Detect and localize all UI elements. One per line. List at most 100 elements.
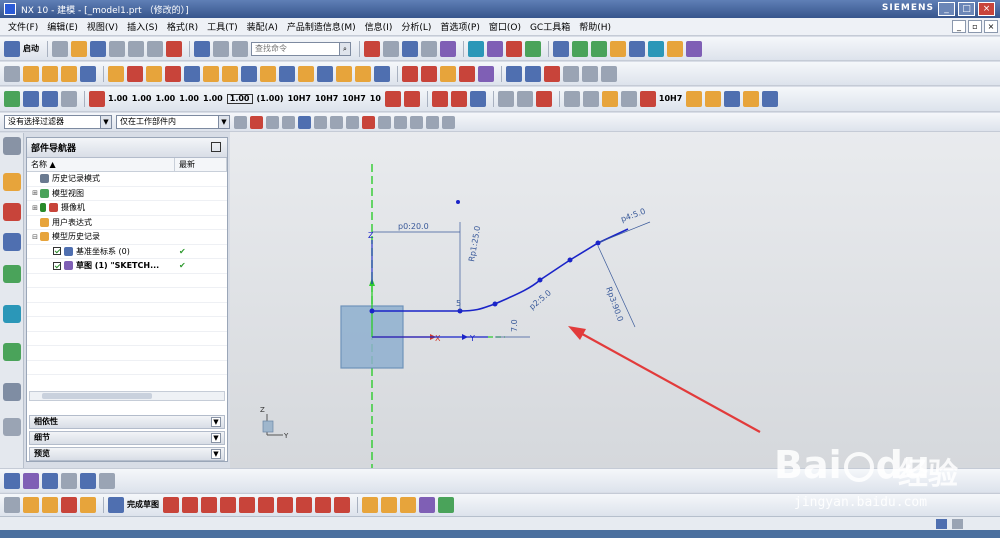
select-face-icon[interactable] <box>250 115 263 129</box>
delay-eval-icon[interactable] <box>80 497 96 513</box>
chevron-down-icon[interactable]: ▼ <box>211 433 221 443</box>
select-body-icon[interactable] <box>266 115 279 129</box>
paste-icon[interactable] <box>147 40 163 57</box>
dim-format-2[interactable]: 1.00 <box>132 95 152 103</box>
snap-control-icon[interactable] <box>346 115 359 129</box>
move-layer-icon[interactable] <box>572 40 588 57</box>
render-style-icon[interactable] <box>383 40 399 57</box>
bridge-icon[interactable] <box>582 65 598 82</box>
trim-sheet-icon[interactable] <box>601 65 617 82</box>
minimize-button[interactable]: _ <box>938 2 955 16</box>
sync-pull-icon[interactable] <box>421 65 437 82</box>
arrow-icon[interactable] <box>469 91 486 107</box>
check-icon[interactable] <box>4 91 20 107</box>
dim-format-11[interactable]: 10 <box>370 95 381 103</box>
subtract-icon[interactable] <box>165 65 181 82</box>
rectangle-icon[interactable] <box>277 497 293 513</box>
expand-icon[interactable]: ⊞ <box>31 204 39 212</box>
balloon-icon[interactable] <box>601 91 618 107</box>
snap-quadrant-icon[interactable] <box>394 115 407 129</box>
graphics-window[interactable]: X Y Z p0:20.0 Rp1:25.0 p4:5.0 Rp3:90.0 p… <box>230 132 1000 468</box>
associative-icon[interactable] <box>23 472 39 489</box>
snap-midpoint-icon[interactable] <box>330 115 343 129</box>
restore-button[interactable]: □ <box>958 2 975 16</box>
redo-icon[interactable] <box>213 40 229 57</box>
pmi-filter-icon[interactable] <box>61 91 77 107</box>
pmi-dimension-icon[interactable] <box>89 91 105 107</box>
chevron-down-icon[interactable]: ▼ <box>211 449 221 459</box>
edge-blend-icon[interactable] <box>241 65 257 82</box>
select-feature-icon[interactable] <box>298 115 311 129</box>
thicken-icon[interactable] <box>374 65 390 82</box>
reuse-library-icon[interactable] <box>3 265 21 283</box>
line-icon[interactable] <box>182 497 198 513</box>
chevron-down-icon[interactable]: ▼ <box>211 417 221 427</box>
pmi-tools-icon[interactable] <box>762 91 779 107</box>
fcf-icon[interactable] <box>582 91 599 107</box>
dim-format-4[interactable]: 1.00 <box>179 95 199 103</box>
web-browser-icon[interactable] <box>3 305 21 323</box>
explode-icon[interactable] <box>686 40 702 57</box>
gear-icon[interactable] <box>3 137 21 155</box>
save-icon[interactable] <box>90 40 106 57</box>
n-sided-icon[interactable] <box>563 65 579 82</box>
dim-format-8[interactable]: 10H7 <box>288 95 311 103</box>
scale-body-icon[interactable] <box>355 65 371 82</box>
column-name-header[interactable]: 名称 ▲ <box>27 158 175 171</box>
radius-icon[interactable] <box>450 91 467 107</box>
system-materials-icon[interactable] <box>3 418 21 436</box>
component-icon[interactable] <box>648 40 664 57</box>
pmi-cylinder-icon[interactable] <box>724 91 741 107</box>
cut-icon[interactable] <box>109 40 125 57</box>
maximize-icon[interactable] <box>211 142 221 152</box>
new-file-icon[interactable] <box>52 40 68 57</box>
expand-icon[interactable]: ⊞ <box>31 189 39 197</box>
dim-format-9[interactable]: 10H7 <box>315 95 338 103</box>
draft-icon[interactable] <box>298 65 314 82</box>
search-icon[interactable]: ⌕ <box>339 42 350 55</box>
menu-gc-toolbox[interactable]: GC工具箱 <box>530 20 570 33</box>
surface-finish-icon[interactable] <box>497 91 514 107</box>
assembly-icon[interactable] <box>629 40 645 57</box>
layer-icon[interactable] <box>553 40 569 57</box>
hole-icon[interactable] <box>80 65 96 82</box>
tree-row-history-mode[interactable]: 历史记录模式 <box>27 172 227 187</box>
close-button[interactable]: × <box>978 2 995 16</box>
pmi-lock-icon[interactable] <box>705 91 722 107</box>
split-body-icon[interactable] <box>222 65 238 82</box>
finish-sketch-button[interactable]: 完成草图 <box>127 501 159 509</box>
dim-p0[interactable]: p0:20.0 <box>398 222 429 231</box>
fit-tolerance-button[interactable]: 10H7 <box>659 95 682 103</box>
datum-triangle-icon[interactable] <box>563 91 580 107</box>
visibility-checkbox[interactable] <box>53 247 61 256</box>
replace-face-icon[interactable] <box>336 65 352 82</box>
dim-rp3[interactable]: Rp3:90.0 <box>604 286 625 323</box>
constraint-icon[interactable] <box>419 497 435 513</box>
pmi-view-icon[interactable] <box>42 91 58 107</box>
snap-intersect-icon[interactable] <box>362 115 375 129</box>
copy-layer-icon[interactable] <box>591 40 607 57</box>
measure-icon[interactable] <box>525 40 541 57</box>
chain-dim-icon[interactable] <box>384 91 401 107</box>
pmi-model-icon[interactable] <box>23 91 39 107</box>
menu-edit[interactable]: 编辑(E) <box>47 20 78 33</box>
type-filter-select[interactable]: 没有选择过滤器 ▼ <box>4 115 112 129</box>
orient-view-icon[interactable] <box>23 497 39 513</box>
dim-p2[interactable]: p2:5.0 <box>528 288 553 311</box>
sync-move-icon[interactable] <box>402 65 418 82</box>
start-icon[interactable] <box>4 40 20 57</box>
history-icon[interactable] <box>3 343 21 361</box>
chevron-down-icon[interactable]: ▼ <box>218 116 229 128</box>
text-style-icon[interactable] <box>80 472 96 489</box>
shell-icon[interactable] <box>279 65 295 82</box>
assembly-navigator-icon[interactable] <box>3 173 21 191</box>
menu-assembly[interactable]: 装配(A) <box>247 20 278 33</box>
section-icon[interactable] <box>506 40 522 57</box>
start-button[interactable]: 启动 <box>23 44 39 53</box>
weld-icon[interactable] <box>516 91 533 107</box>
menu-preferences[interactable]: 首选项(P) <box>440 20 479 33</box>
fillet-icon[interactable] <box>239 497 255 513</box>
tree-row-user-expressions[interactable]: 用户表达式 <box>27 216 227 230</box>
visibility-checkbox[interactable] <box>53 261 61 270</box>
finish-sketch-icon[interactable] <box>108 497 124 513</box>
